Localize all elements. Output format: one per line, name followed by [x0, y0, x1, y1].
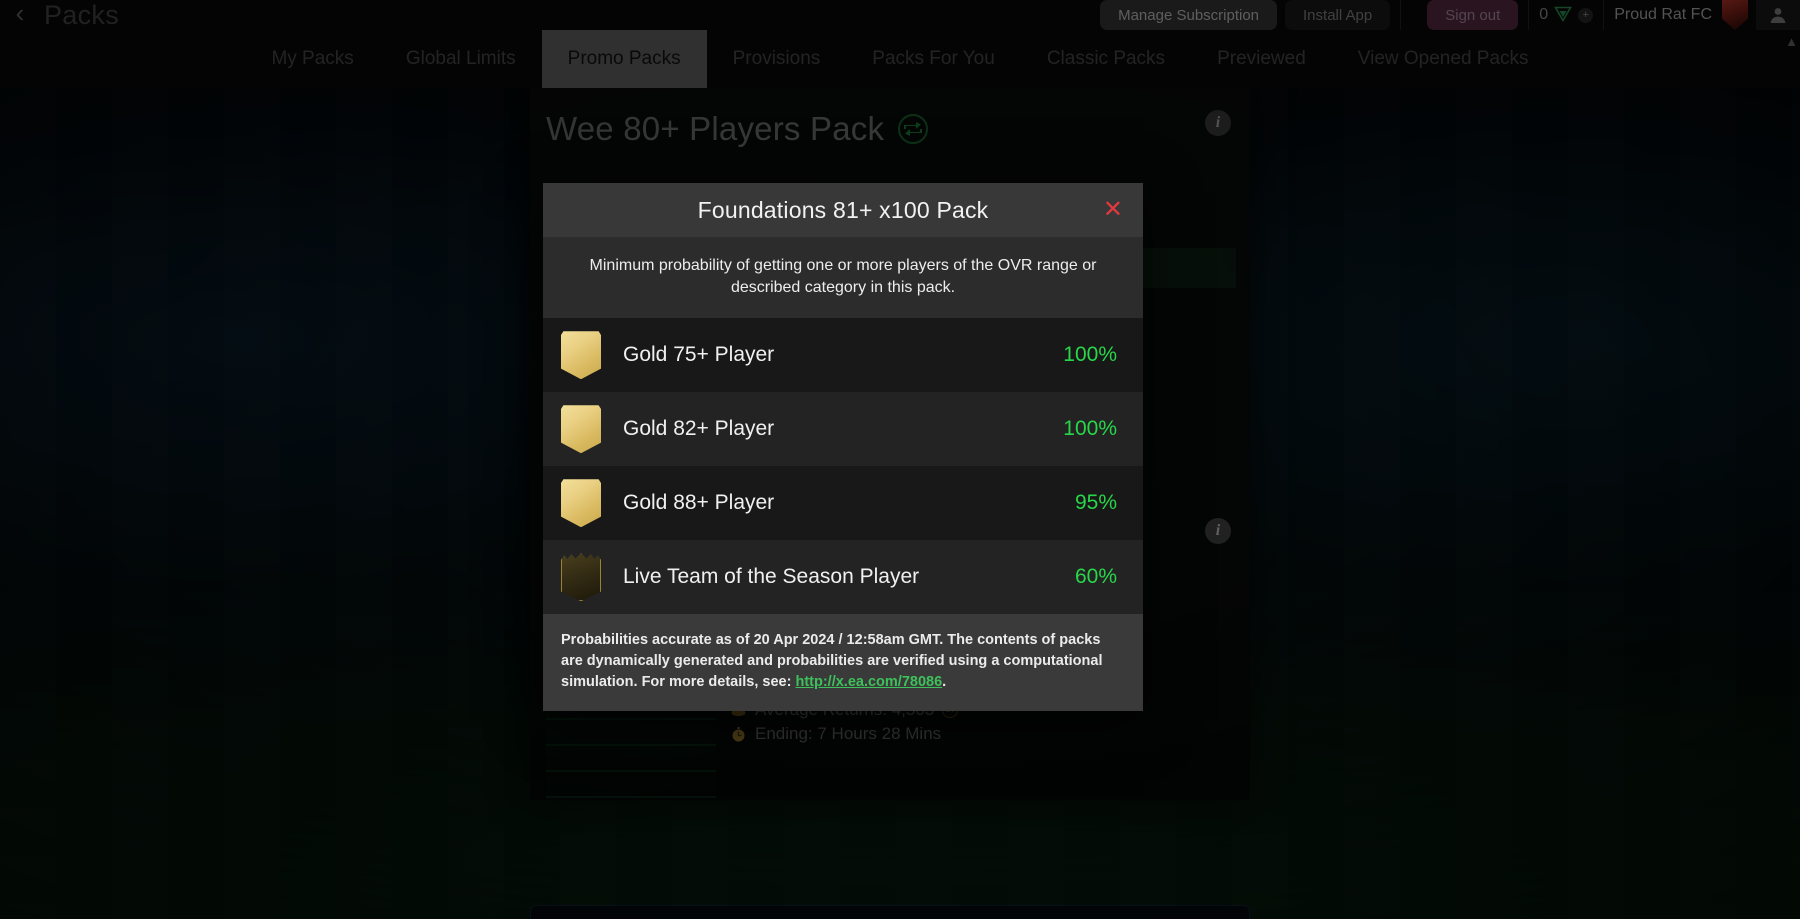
odds-probability: 60% — [1074, 565, 1117, 589]
packs-screen: Wee 80+ Players Pack i i UT Average Retu… — [0, 0, 1800, 919]
odds-list: Gold 75+ Player 100% Gold 82+ Player 100… — [543, 318, 1143, 615]
pack-odds-modal: Foundations 81+ x100 Pack ✕ Minimum prob… — [543, 183, 1143, 712]
close-icon[interactable]: ✕ — [1103, 198, 1123, 222]
odds-label: Live Team of the Season Player — [623, 565, 920, 589]
gold-card-icon — [561, 405, 601, 454]
gold-card-icon — [561, 479, 601, 528]
odds-probability: 95% — [1074, 491, 1117, 515]
tots-card-icon — [561, 553, 601, 602]
modal-footer: Probabilities accurate as of 20 Apr 2024… — [543, 614, 1143, 712]
odds-label: Gold 75+ Player — [623, 343, 775, 367]
modal-title: Foundations 81+ x100 Pack — [697, 196, 989, 223]
modal-description: Minimum probability of getting one or mo… — [543, 237, 1143, 319]
odds-probability: 100% — [1063, 417, 1117, 441]
table-row: Gold 88+ Player 95% — [543, 466, 1143, 541]
table-row: Live Team of the Season Player 60% — [543, 540, 1143, 615]
footer-period: . — [942, 674, 947, 691]
table-row: Gold 75+ Player 100% — [543, 318, 1143, 393]
odds-label: Gold 88+ Player — [623, 491, 775, 515]
gold-card-icon — [561, 331, 601, 380]
odds-label: Gold 82+ Player — [623, 417, 775, 441]
table-row: Gold 82+ Player 100% — [543, 392, 1143, 467]
odds-probability: 100% — [1063, 343, 1117, 367]
modal-header: Foundations 81+ x100 Pack ✕ — [543, 183, 1143, 237]
ea-odds-link[interactable]: http://x.ea.com/78086 — [795, 674, 942, 690]
